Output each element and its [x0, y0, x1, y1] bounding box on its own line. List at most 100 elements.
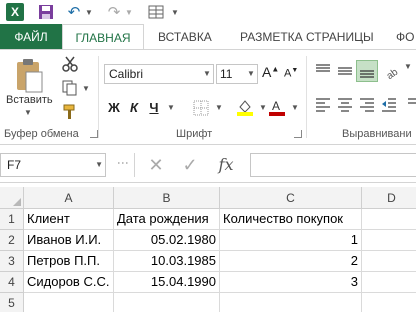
- cut-icon[interactable]: [62, 56, 78, 72]
- font-size-value: 11: [220, 67, 233, 81]
- svg-text:ab: ab: [385, 66, 401, 80]
- cell-d5[interactable]: [362, 293, 416, 312]
- redo-icon[interactable]: ↷: [106, 2, 122, 22]
- shrink-font-icon[interactable]: A▼: [284, 64, 302, 84]
- copy-dropdown-icon[interactable]: ▼: [82, 84, 90, 93]
- grow-font-label: A: [262, 64, 272, 80]
- spreadsheet-grid: A B C D 1 2 3 4 5 Клиент Дата рождения К…: [0, 187, 416, 312]
- row-header-4[interactable]: 4: [0, 272, 24, 293]
- svg-text:A: A: [272, 99, 280, 113]
- formula-input[interactable]: [250, 153, 416, 177]
- align-left-icon[interactable]: [314, 96, 332, 114]
- paste-dropdown-icon[interactable]: ▼: [24, 108, 32, 117]
- fill-color-dropdown-icon[interactable]: ▼: [258, 98, 268, 118]
- row-header-2[interactable]: 2: [0, 230, 24, 251]
- font-color-dropdown-icon[interactable]: ▼: [290, 98, 300, 118]
- cell-a1[interactable]: Клиент: [24, 209, 114, 230]
- cell-d2[interactable]: [362, 230, 416, 251]
- cell-b3[interactable]: 10.03.1985: [114, 251, 220, 272]
- cancel-icon[interactable]: ✕: [146, 153, 166, 177]
- decrease-indent-icon[interactable]: [380, 96, 398, 114]
- formula-bar: F7 ▼ ⋮ ✕ ✓ fx: [0, 145, 416, 183]
- cell-d1[interactable]: [362, 209, 416, 230]
- cell-a2[interactable]: Иванов И.И.: [24, 230, 114, 251]
- column-header-c[interactable]: C: [220, 187, 362, 209]
- underline-button[interactable]: Ч: [146, 98, 162, 118]
- cell-b1[interactable]: Дата рождения: [114, 209, 220, 230]
- enter-icon[interactable]: ✓: [180, 153, 200, 177]
- bold-button[interactable]: Ж: [106, 98, 122, 118]
- cell-b4[interactable]: 15.04.1990: [114, 272, 220, 293]
- font-launcher-icon[interactable]: [294, 130, 302, 138]
- cell-c1[interactable]: Количество покупок: [220, 209, 362, 230]
- orientation-dropdown-icon[interactable]: ▼: [404, 62, 416, 80]
- font-name-select[interactable]: Calibri ▼: [104, 64, 214, 84]
- formula-bar-resize-handle[interactable]: ⋮: [116, 157, 130, 168]
- align-bottom-icon[interactable]: [356, 60, 378, 82]
- copy-icon[interactable]: [62, 80, 78, 96]
- cell-a4[interactable]: Сидоров С.С.: [24, 272, 114, 293]
- tab-insert[interactable]: ВСТАВКА: [158, 24, 212, 50]
- align-middle-icon[interactable]: [336, 62, 354, 80]
- font-name-value: Calibri: [109, 67, 144, 81]
- quick-access-form-icon[interactable]: [148, 2, 164, 22]
- tab-page-layout[interactable]: РАЗМЕТКА СТРАНИЦЫ: [240, 24, 374, 50]
- tab-formulas[interactable]: ФО: [396, 24, 414, 50]
- tab-file[interactable]: ФАЙЛ: [0, 24, 62, 50]
- row-header-5[interactable]: 5: [0, 293, 24, 312]
- quick-access-toolbar: X ↶ ▼ ↷ ▼ ▼: [0, 0, 416, 24]
- orientation-icon[interactable]: ab: [384, 62, 402, 82]
- alignment-group-label: Выравнивани: [342, 128, 412, 140]
- name-box-value: F7: [7, 158, 22, 172]
- font-group-label: Шрифт: [176, 128, 213, 140]
- undo-icon[interactable]: ↶: [66, 2, 82, 22]
- column-header-a[interactable]: A: [24, 187, 114, 209]
- row-header-3[interactable]: 3: [0, 251, 24, 272]
- borders-dropdown-icon[interactable]: ▼: [214, 98, 224, 118]
- cell-c4[interactable]: 3: [220, 272, 362, 293]
- redo-dropdown-icon[interactable]: ▼: [124, 2, 134, 22]
- align-center-icon[interactable]: [336, 96, 354, 114]
- cell-d4[interactable]: [362, 272, 416, 293]
- column-header-d[interactable]: D: [362, 187, 416, 209]
- italic-button[interactable]: К: [126, 98, 142, 118]
- undo-dropdown-icon[interactable]: ▼: [84, 2, 94, 22]
- font-size-dropdown-icon[interactable]: ▼: [245, 65, 257, 83]
- format-painter-icon[interactable]: [62, 104, 78, 120]
- customize-quick-access-icon[interactable]: ▼: [170, 2, 180, 22]
- excel-logo-icon: X: [6, 3, 24, 21]
- name-box[interactable]: F7 ▼: [0, 153, 106, 177]
- borders-icon[interactable]: [192, 98, 210, 118]
- row-header-1[interactable]: 1: [0, 209, 24, 230]
- tab-home[interactable]: ГЛАВНАЯ: [62, 24, 144, 50]
- align-top-icon[interactable]: [314, 62, 332, 80]
- underline-dropdown-icon[interactable]: ▼: [166, 98, 176, 118]
- name-box-dropdown-icon[interactable]: ▼: [95, 154, 103, 176]
- group-divider: [98, 56, 99, 138]
- align-right-icon[interactable]: [358, 96, 376, 114]
- fill-color-icon[interactable]: [236, 98, 254, 118]
- select-all-button[interactable]: [0, 187, 24, 209]
- grow-font-icon[interactable]: A▲: [262, 64, 280, 84]
- cell-b5[interactable]: [114, 293, 220, 312]
- clipboard-launcher-icon[interactable]: [90, 130, 98, 138]
- cell-d3[interactable]: [362, 251, 416, 272]
- paste-icon[interactable]: [14, 58, 44, 94]
- cell-b2[interactable]: 05.02.1980: [114, 230, 220, 251]
- cell-a3[interactable]: Петров П.П.: [24, 251, 114, 272]
- font-name-dropdown-icon[interactable]: ▼: [201, 65, 213, 83]
- insert-function-icon[interactable]: fx: [214, 153, 238, 177]
- cell-a5[interactable]: [24, 293, 114, 312]
- font-color-icon[interactable]: A: [268, 98, 286, 118]
- cell-c5[interactable]: [220, 293, 362, 312]
- font-size-select[interactable]: 11 ▼: [216, 64, 258, 84]
- clipboard-group-label: Буфер обмена: [4, 128, 79, 140]
- paste-label[interactable]: Вставить: [6, 94, 53, 106]
- cell-c3[interactable]: 2: [220, 251, 362, 272]
- column-header-b[interactable]: B: [114, 187, 220, 209]
- save-icon[interactable]: [38, 2, 54, 22]
- group-divider: [306, 56, 307, 138]
- increase-indent-icon[interactable]: [400, 96, 416, 114]
- cell-c2[interactable]: 1: [220, 230, 362, 251]
- select-all-icon: [13, 198, 21, 206]
